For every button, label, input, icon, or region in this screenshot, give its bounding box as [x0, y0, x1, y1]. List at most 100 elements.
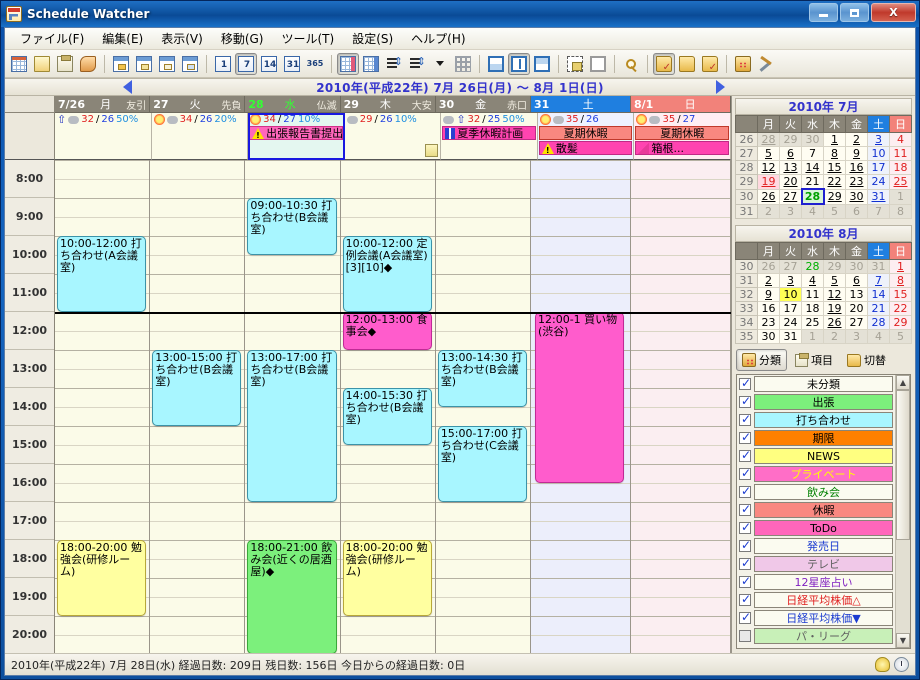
mini-cal-day[interactable]: 26 [757, 188, 780, 205]
tab-item[interactable]: 項目 [789, 349, 839, 371]
mini-cal-day[interactable]: 26 [757, 259, 780, 274]
mini-cal-day[interactable]: 28 [800, 188, 825, 205]
mini-cal-day[interactable]: 12 [823, 287, 846, 302]
todo-icon[interactable] [54, 53, 76, 75]
category-label[interactable]: プライベート [754, 466, 893, 482]
category-row[interactable]: 飲み会 [737, 483, 895, 501]
mini-cal-day[interactable]: 27 [845, 315, 868, 330]
next-week-arrow[interactable] [716, 80, 725, 94]
category-row[interactable]: 日経平均株価▼ [737, 609, 895, 627]
category-row[interactable]: ToDo [737, 519, 895, 537]
address-book-icon[interactable] [77, 53, 99, 75]
grid-toggle-icon[interactable] [452, 53, 474, 75]
layout-bottom-icon[interactable] [531, 53, 553, 75]
category-row[interactable]: 休暇 [737, 501, 895, 519]
mini-cal-day[interactable]: 29 [889, 315, 912, 330]
all-day-cell-thu[interactable]: 29/26 10% [344, 113, 442, 160]
window-view-4-icon[interactable] [179, 53, 201, 75]
category-checkbox[interactable] [739, 394, 751, 408]
mini-cal-day[interactable]: 28 [867, 315, 890, 330]
category-checkbox[interactable] [739, 574, 751, 588]
mini-cal-day[interactable]: 8 [823, 146, 846, 161]
mini-cal-day[interactable]: 7 [801, 146, 824, 161]
mini-cal-day[interactable]: 22 [889, 301, 912, 316]
mini-cal-day[interactable]: 22 [823, 174, 846, 190]
mini-cal-day[interactable]: 1 [889, 188, 912, 205]
mini-cal-day[interactable]: 6 [779, 146, 802, 161]
mini-cal-day[interactable]: 19 [823, 301, 846, 316]
layout-split-icon[interactable] [508, 52, 530, 75]
event-block[interactable]: 12:00-13:00 食事会◆ [342, 312, 432, 350]
category-checkbox[interactable] [739, 484, 751, 498]
sort-dropdown-caret[interactable] [429, 53, 451, 75]
category-checkbox[interactable] [739, 592, 751, 606]
event-block[interactable]: 14:00-15:30 打ち合わせ(B会議室) [342, 388, 432, 445]
event-block[interactable]: 15:00-17:00 打ち合わせ(C会議室) [437, 426, 528, 502]
category-checkbox[interactable] [739, 610, 751, 624]
mini-cal-day[interactable]: 5 [823, 203, 846, 219]
mini-cal-day[interactable]: 28 [801, 259, 824, 274]
category-row[interactable]: 発売日 [737, 537, 895, 555]
mini-cal-day[interactable]: 29 [779, 132, 802, 147]
mini-cal-day[interactable]: 20 [845, 301, 868, 316]
all-day-cell-sat[interactable]: 35/26 夏期休暇 散髪 [537, 113, 635, 160]
day-column-fri[interactable]: 13:00-14:30 打ち合わせ(B会議室) 15:00-17:00 打ち合わ… [435, 160, 532, 653]
category-row[interactable]: NEWS [737, 447, 895, 465]
category-row[interactable]: 期限 [737, 429, 895, 447]
all-day-cell-wed[interactable]: 34/27 10% 出張報告書提出 [248, 113, 345, 160]
category-label[interactable]: 日経平均株価△ [754, 592, 893, 608]
memo-note-icon[interactable] [425, 144, 439, 157]
category-checkbox[interactable] [739, 430, 751, 444]
fullscreen-icon[interactable] [587, 53, 609, 75]
event-block[interactable]: 10:00-12:00 打ち合わせ(A会議室) [57, 236, 147, 312]
mini-cal-day[interactable]: 3 [867, 132, 890, 147]
category-label[interactable]: NEWS [754, 448, 893, 464]
mini-cal-day[interactable]: 21 [801, 174, 824, 190]
category-row[interactable]: プライベート [737, 465, 895, 483]
memo-icon[interactable] [31, 53, 53, 75]
mini-cal-day[interactable]: 1 [801, 329, 824, 344]
mini-cal-day[interactable]: 30 [757, 329, 780, 344]
list-sort-icon[interactable] [383, 53, 405, 75]
folder-open-icon[interactable] [676, 53, 698, 75]
menu-settings[interactable]: 設定(S) [343, 28, 402, 49]
mini-cal-day[interactable]: 7 [867, 273, 890, 288]
day-column-tue[interactable]: 13:00-15:00 打ち合わせ(B会議室) [150, 160, 246, 653]
event-block[interactable]: 13:00-14:30 打ち合わせ(B会議室) [437, 350, 528, 407]
mini-cal-day[interactable]: 3 [845, 329, 868, 344]
mini-cal-day[interactable]: 15 [823, 160, 846, 175]
mini-cal-day[interactable]: 10 [779, 287, 802, 302]
all-day-event[interactable]: 夏期休暇 [635, 126, 730, 140]
day-column-sat[interactable]: 12:00-1 買い物(渋谷) [531, 160, 632, 653]
mini-cal-day[interactable]: 4 [801, 273, 824, 288]
mini-cal-day[interactable]: 13 [845, 287, 868, 302]
layout-horizontal-icon[interactable] [485, 53, 507, 75]
mini-cal-day[interactable]: 15 [889, 287, 912, 302]
category-checkbox[interactable] [739, 520, 751, 534]
scroll-up-button[interactable]: ▲ [896, 375, 910, 390]
mini-cal-day[interactable]: 2 [845, 132, 868, 147]
day-column-thu[interactable]: 10:00-12:00 定例会議(A会議室)[3][10]◆ 12:00-13:… [340, 160, 436, 653]
day-axis-toggle-icon[interactable] [360, 53, 382, 75]
category-checkbox[interactable] [739, 448, 751, 462]
menu-file[interactable]: ファイル(F) [11, 28, 93, 49]
category-label[interactable]: パ・リーグ [754, 628, 893, 644]
category-scrollbar[interactable]: ▲ ▼ [895, 375, 910, 648]
mini-cal-day[interactable]: 31 [867, 259, 890, 274]
mini-cal-day[interactable]: 24 [867, 174, 890, 190]
category-checkbox[interactable] [739, 502, 751, 516]
window-view-3-icon[interactable] [156, 53, 178, 75]
day-column-sun[interactable] [631, 160, 731, 653]
mini-cal-day[interactable]: 29 [823, 259, 846, 274]
category-label[interactable]: 期限 [754, 430, 893, 446]
mini-cal-day[interactable]: 30 [845, 259, 868, 274]
mini-cal-day[interactable]: 25 [801, 315, 824, 330]
category-checkbox[interactable] [739, 412, 751, 426]
close-button[interactable]: X [871, 3, 916, 22]
view-365-day-button[interactable]: 365 [304, 53, 326, 75]
view-14-day-button[interactable]: 14 [258, 53, 280, 75]
mini-cal-day[interactable]: 11 [889, 146, 912, 161]
maximize-button[interactable] [840, 3, 869, 22]
mini-cal-day[interactable]: 2 [757, 203, 780, 219]
category-label[interactable]: 休暇 [754, 502, 893, 518]
